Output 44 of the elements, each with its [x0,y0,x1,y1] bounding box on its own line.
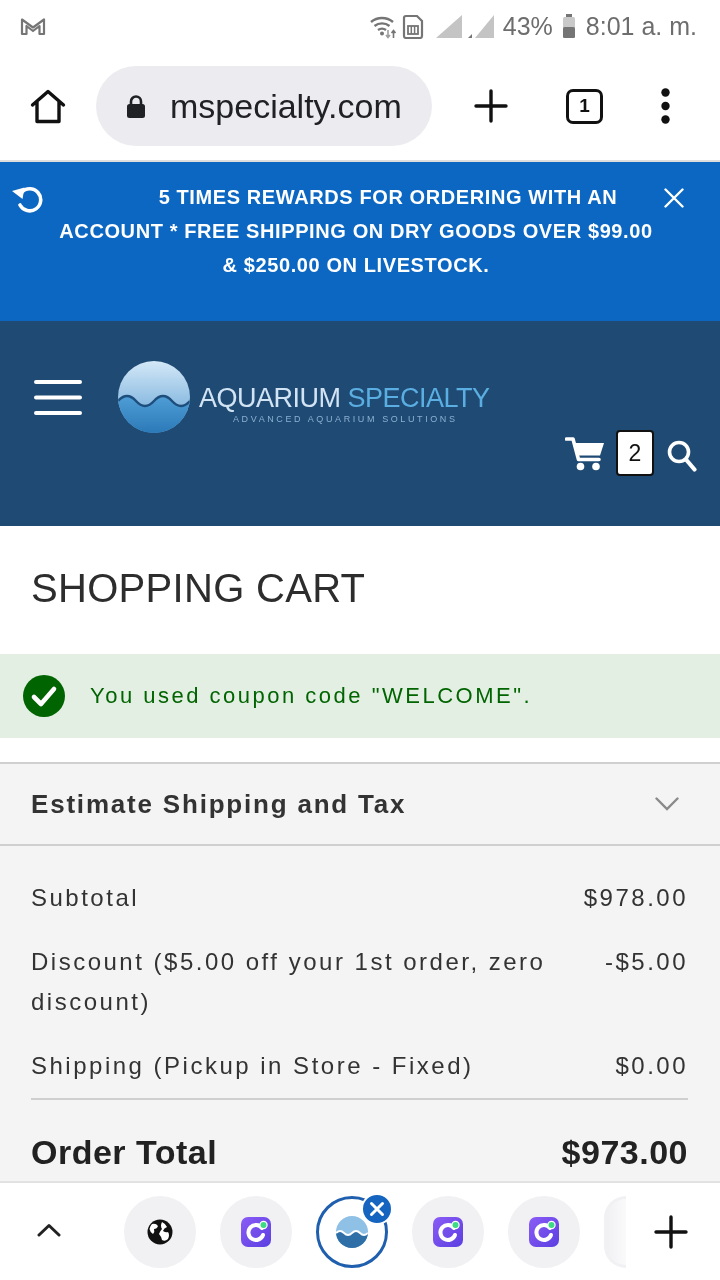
signal-icon [466,13,495,39]
check-circle-icon [23,675,65,717]
order-total-label: Order Total [31,1132,218,1173]
search-icon[interactable] [667,440,697,472]
estimate-shipping-toggle[interactable]: Estimate Shipping and Tax [0,762,720,846]
battery-percent: 43% [502,11,553,41]
menu-icon[interactable] [661,88,670,124]
lock-icon [126,94,146,118]
page-title: SHOPPING CART [31,565,367,612]
total-amount: $978.00 [583,883,688,913]
total-label: Subtotal [31,883,140,913]
total-amount: $0.00 [615,1051,688,1081]
promo-text: 5 TIMES REWARDS FOR ORDERING WITH AN ACCOUNT * FREE SHIPPING ON DRY GOODS OVER $99.00 & $250.00 ON LIVESTOCK. [58,185,654,278]
message-text: You used coupon code "WELCOME". [90,683,533,709]
address-bar[interactable]: mspecialty.com [96,66,432,146]
wave-logo-icon [336,1215,368,1248]
logo-wordmark: AQUARIUM [199,383,341,413]
chevron-up-icon[interactable] [37,1222,61,1237]
total-amount: -$5.00 [604,947,688,977]
menu-icon[interactable] [34,378,82,416]
close-icon[interactable] [664,188,684,208]
url-text: mspecialty.com [170,86,402,126]
order-total-amount: $973.00 [561,1132,688,1173]
plus-icon[interactable] [474,89,508,123]
clock: 8:01 a. m. [585,11,697,41]
app-icon [241,1216,271,1247]
logo-wordmark-accent: SPECIALTY [347,383,490,413]
app-icon [529,1216,559,1247]
cart-icon[interactable] [565,435,605,471]
logo-tagline: ADVANCED AQUARIUM SOLUTIONS [233,413,459,425]
close-icon[interactable] [361,1192,393,1225]
globe-icon [147,1218,173,1245]
total-label: Shipping (Pickup in Store - Fixed) [31,1051,474,1081]
home-icon[interactable] [30,88,66,124]
sim-card-icon [400,13,425,39]
signal-icon [434,13,463,39]
total-label: Discount ($5.00 off your 1st order, zero discount) [31,947,547,1017]
tab-switcher-button[interactable]: 1 [566,88,603,124]
battery-icon [561,13,576,39]
plus-icon[interactable] [654,1214,688,1249]
app-icon [433,1216,463,1247]
cart-count: 2 [616,430,654,476]
refresh-icon [10,184,44,213]
mail-icon [20,16,46,36]
